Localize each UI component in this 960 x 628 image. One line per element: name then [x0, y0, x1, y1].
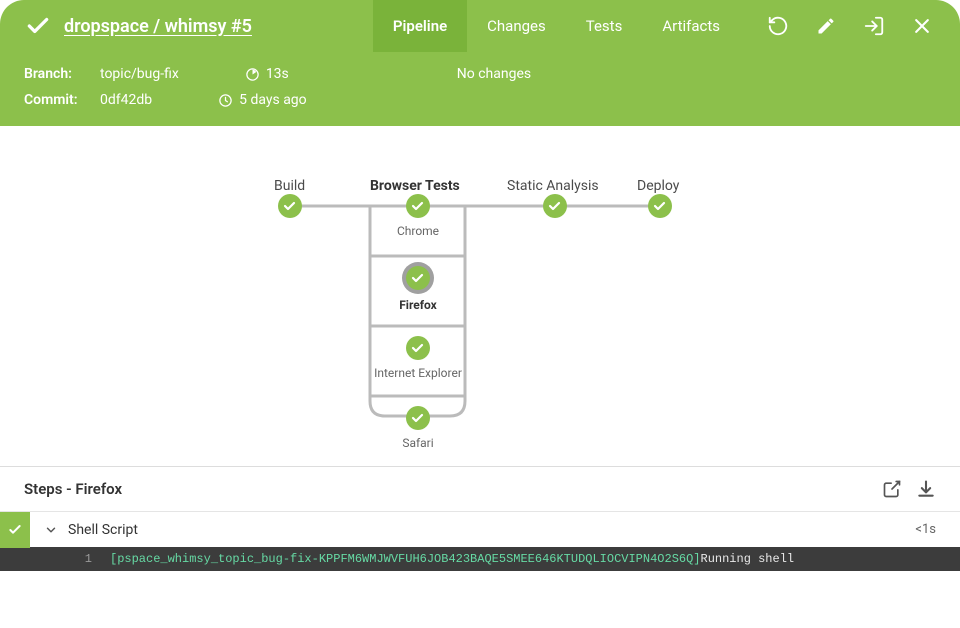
logout-button[interactable]: [856, 8, 892, 44]
parallel-node-ie[interactable]: [406, 336, 430, 360]
changes-message: No changes: [457, 66, 531, 82]
step-duration: <1s: [915, 522, 960, 537]
steps-panel: Steps - Firefox Shell Script <1s 1 [pspa…: [0, 466, 960, 571]
console-lineno: 1: [0, 552, 110, 566]
parallel-label-safari[interactable]: Safari: [402, 436, 433, 450]
duration-icon: [245, 67, 260, 82]
parallel-label-chrome[interactable]: Chrome: [397, 224, 439, 238]
commit-age: 5 days ago: [239, 92, 307, 108]
stage-label-browser-tests[interactable]: Browser Tests: [370, 178, 460, 194]
open-external-button[interactable]: [882, 479, 902, 499]
stage-node-static-analysis[interactable]: [543, 194, 567, 218]
step-row[interactable]: Shell Script <1s: [0, 511, 960, 547]
step-name: Shell Script: [68, 522, 915, 538]
header-tabs: Pipeline Changes Tests Artifacts: [373, 0, 740, 52]
tab-pipeline[interactable]: Pipeline: [373, 0, 467, 52]
stage-node-browser-tests[interactable]: [406, 194, 430, 218]
parallel-label-firefox[interactable]: Firefox: [399, 298, 437, 312]
tab-artifacts[interactable]: Artifacts: [642, 0, 740, 52]
chevron-down-icon: [30, 523, 68, 537]
commit-label: Commit:: [24, 92, 92, 108]
stage-label-static-analysis[interactable]: Static Analysis: [507, 178, 599, 194]
console-request-id: [pspace_whimsy_topic_bug-fix-KPPFM6WMJWV…: [110, 552, 701, 566]
parallel-node-firefox[interactable]: [402, 262, 434, 294]
parallel-node-safari[interactable]: [406, 406, 430, 430]
console-text: Running shell: [701, 552, 795, 566]
download-button[interactable]: [916, 479, 936, 499]
tab-tests[interactable]: Tests: [566, 0, 643, 52]
edit-button[interactable]: [808, 8, 844, 44]
run-header: dropspace / whimsy #5 Pipeline Changes T…: [0, 0, 960, 126]
rerun-button[interactable]: [760, 8, 796, 44]
steps-title: Steps - Firefox: [24, 480, 122, 498]
tab-changes[interactable]: Changes: [467, 0, 566, 52]
duration-value: 13s: [266, 66, 289, 82]
stage-label-deploy[interactable]: Deploy: [637, 178, 679, 194]
console-output: 1 [pspace_whimsy_topic_bug-fix-KPPFM6WMJ…: [0, 547, 960, 571]
close-button[interactable]: [904, 8, 940, 44]
step-status-success-icon: [0, 512, 30, 548]
commit-value: 0df42db: [100, 92, 152, 108]
run-breadcrumb-link[interactable]: dropspace / whimsy #5: [64, 16, 252, 37]
branch-label: Branch:: [24, 66, 92, 82]
stage-node-deploy[interactable]: [648, 194, 672, 218]
parallel-label-ie[interactable]: Internet Explorer: [374, 366, 462, 380]
pipeline-graph: Build Browser Tests Static Analysis Depl…: [0, 126, 960, 466]
branch-value: topic/bug-fix: [100, 66, 179, 82]
clock-icon: [218, 93, 233, 108]
stage-label-build[interactable]: Build: [274, 178, 305, 194]
run-status-success-icon: [24, 12, 52, 40]
stage-node-build[interactable]: [278, 194, 302, 218]
